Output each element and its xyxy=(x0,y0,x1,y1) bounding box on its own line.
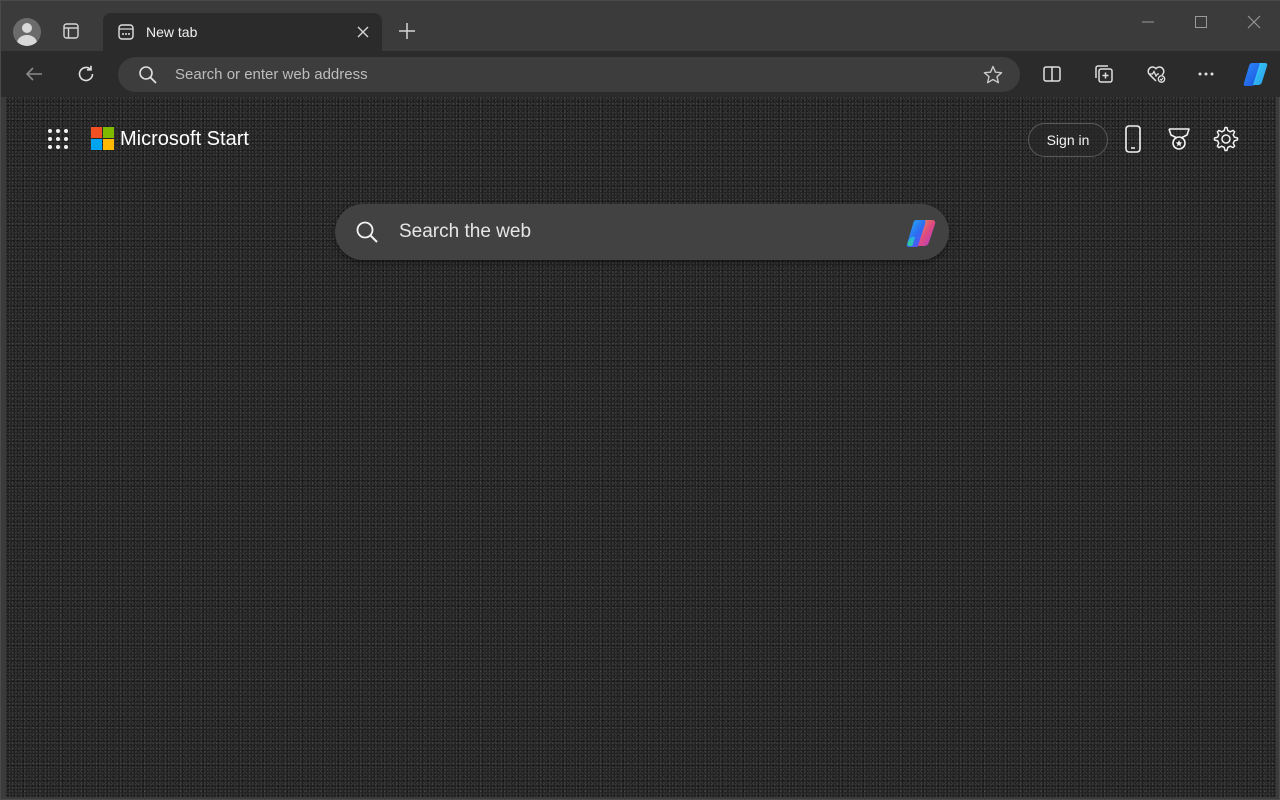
more-icon[interactable] xyxy=(1192,60,1220,88)
collections-icon[interactable] xyxy=(1090,60,1118,88)
search-icon xyxy=(355,220,379,244)
profile-avatar-icon[interactable] xyxy=(13,18,41,46)
app-launcher-icon[interactable] xyxy=(46,127,70,151)
address-placeholder: Search or enter web address xyxy=(175,66,368,83)
brand-title[interactable]: Microsoft Start xyxy=(120,128,249,151)
toolbar: Search or enter web address xyxy=(1,51,1280,97)
rewards-trophy-icon[interactable] xyxy=(1164,124,1194,154)
minimize-icon[interactable] xyxy=(1135,9,1161,35)
tab-strip: New tab xyxy=(1,1,1280,51)
web-search-box[interactable]: Search the web xyxy=(335,204,949,260)
copilot-icon[interactable] xyxy=(903,216,939,250)
split-screen-icon[interactable] xyxy=(1038,60,1066,88)
back-arrow-icon[interactable] xyxy=(20,60,48,88)
close-icon[interactable] xyxy=(1241,9,1267,35)
star-icon[interactable] xyxy=(982,64,1004,86)
tab-title: New tab xyxy=(146,24,198,40)
new-tab-page-icon xyxy=(117,23,135,41)
tab-new-tab[interactable]: New tab xyxy=(103,13,382,51)
refresh-icon[interactable] xyxy=(72,60,100,88)
tab-actions-icon[interactable] xyxy=(57,17,85,45)
microsoft-logo xyxy=(91,127,114,150)
browser-window: New tab Search or enter web address Micr… xyxy=(0,0,1280,800)
search-icon xyxy=(138,65,158,85)
sign-in-button[interactable]: Sign in xyxy=(1028,123,1108,157)
copilot-icon[interactable] xyxy=(1240,60,1272,88)
maximize-icon[interactable] xyxy=(1188,9,1214,35)
plus-icon[interactable] xyxy=(395,19,419,43)
phone-icon[interactable] xyxy=(1118,124,1148,154)
close-icon[interactable] xyxy=(354,23,372,41)
heart-pulse-icon[interactable] xyxy=(1142,60,1170,88)
new-tab-page: Microsoft Start Sign in Search the web xyxy=(6,97,1276,797)
search-placeholder: Search the web xyxy=(399,221,532,242)
gear-icon[interactable] xyxy=(1211,124,1241,154)
address-bar[interactable]: Search or enter web address xyxy=(118,57,1020,92)
